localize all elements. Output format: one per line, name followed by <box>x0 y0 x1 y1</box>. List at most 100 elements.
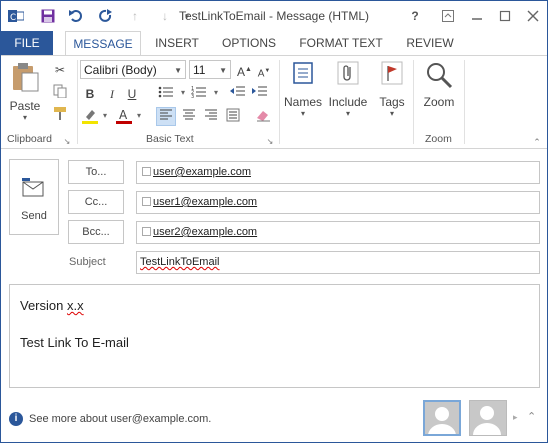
window-title: TestLinkToEmail - Message (HTML) <box>178 9 370 23</box>
paste-label: Paste <box>9 99 41 113</box>
title-bar: O ↑ ↓ ▾ TestLinkToEmail - Message (HTML)… <box>1 1 547 31</box>
zoom-button[interactable]: Zoom <box>419 60 459 128</box>
ribbon-separator <box>413 60 414 144</box>
tab-message[interactable]: MESSAGE <box>65 31 141 56</box>
bcc-field[interactable]: user2@example.com <box>136 221 540 244</box>
recipient-checkbox-icon <box>142 197 151 206</box>
include-dropdown-icon: ▾ <box>345 109 350 118</box>
avatar[interactable] <box>423 400 461 436</box>
paste-button[interactable]: Paste ▾ <box>7 62 43 122</box>
basic-text-group-label: Basic Text <box>146 133 194 145</box>
to-recipient[interactable]: user@example.com <box>153 166 251 178</box>
names-dropdown-icon: ▾ <box>300 109 305 118</box>
tags-label: Tags <box>379 95 405 109</box>
include-button[interactable]: Include ▾ <box>326 60 370 128</box>
include-label: Include <box>328 95 368 109</box>
close-icon[interactable] <box>523 7 543 25</box>
decrease-indent-icon[interactable] <box>229 85 247 103</box>
tab-options[interactable]: OPTIONS <box>215 31 283 55</box>
ribbon-tabs: FILE MESSAGE INSERT OPTIONS FORMAT TEXT … <box>1 31 547 56</box>
grow-font-icon[interactable]: A▲ <box>237 62 252 80</box>
svg-text:3: 3 <box>191 94 194 99</box>
cut-icon[interactable]: ✂ <box>51 62 69 78</box>
numbering-icon[interactable]: 123 <box>190 85 208 103</box>
bcc-button[interactable]: Bcc... <box>68 220 124 244</box>
bcc-recipient[interactable]: user2@example.com <box>153 226 257 238</box>
chevron-right-icon[interactable]: ▸ <box>513 412 518 423</box>
minimize-icon[interactable] <box>467 7 487 25</box>
font-color-icon[interactable]: A <box>115 108 133 128</box>
maximize-icon[interactable] <box>495 7 515 25</box>
expand-people-pane-icon[interactable]: ⌃ <box>527 410 536 423</box>
people-info-text[interactable]: See more about user@example.com. <box>29 413 211 425</box>
ribbon-separator <box>464 60 465 144</box>
align-left-icon[interactable] <box>156 107 176 126</box>
paperclip-icon <box>337 61 359 85</box>
italic-icon[interactable]: I <box>105 86 119 102</box>
recipient-checkbox-icon <box>142 227 151 236</box>
zoom-group-label: Zoom <box>425 133 452 145</box>
cc-recipient[interactable]: user1@example.com <box>153 196 257 208</box>
shrink-font-icon[interactable]: A▼ <box>257 63 271 82</box>
increase-indent-icon[interactable] <box>251 85 269 103</box>
tab-insert[interactable]: INSERT <box>149 31 205 55</box>
align-right-icon[interactable] <box>202 108 220 126</box>
magnifier-icon <box>427 63 453 89</box>
paste-icon <box>13 63 39 92</box>
cc-button[interactable]: Cc... <box>68 190 124 214</box>
address-book-icon <box>293 62 313 84</box>
body-line-version: Version x.x <box>20 298 84 313</box>
tab-review[interactable]: REVIEW <box>399 31 461 55</box>
cc-field[interactable]: user1@example.com <box>136 191 540 214</box>
numbering-dropdown-icon[interactable]: ▾ <box>212 85 220 101</box>
send-button[interactable]: Send <box>9 159 59 235</box>
bullets-icon[interactable] <box>157 85 175 103</box>
version-prefix: Version <box>20 298 67 313</box>
svg-text:A: A <box>119 108 128 122</box>
clipboard-group-label: Clipboard <box>7 133 52 145</box>
names-button[interactable]: Names ▾ <box>283 60 323 128</box>
subject-value: TestLinkToEmail <box>140 256 220 268</box>
help-button[interactable]: ? <box>405 7 425 25</box>
clear-formatting-icon[interactable] <box>254 108 272 126</box>
highlight-icon[interactable] <box>81 108 99 128</box>
names-label: Names <box>283 95 322 109</box>
to-button[interactable]: To... <box>68 160 124 184</box>
bullets-dropdown-icon[interactable]: ▾ <box>179 85 187 101</box>
font-name-combo[interactable]: Calibri (Body) ▼ <box>80 60 186 79</box>
collapse-ribbon-icon[interactable]: ⌃ <box>531 134 543 150</box>
font-color-dropdown-icon[interactable]: ▾ <box>135 108 143 124</box>
tab-file[interactable]: FILE <box>1 31 53 55</box>
chevron-down-icon: ▼ <box>174 66 182 75</box>
chevron-down-icon: ▼ <box>219 66 227 75</box>
ribbon: Paste ▾ ✂ Clipboard ↘ Calibri (Body) ▼ 1… <box>1 55 547 149</box>
info-icon: i <box>9 412 23 426</box>
ribbon-display-options-icon[interactable] <box>438 7 458 25</box>
ribbon-separator <box>77 60 78 144</box>
to-field[interactable]: user@example.com <box>136 161 540 184</box>
version-number: x.x <box>66 298 84 313</box>
subject-field[interactable]: TestLinkToEmail <box>136 251 540 274</box>
paste-dropdown-icon: ▾ <box>22 113 27 122</box>
format-painter-icon[interactable] <box>51 106 69 124</box>
font-size-value: 11 <box>193 63 206 77</box>
highlight-dropdown-icon[interactable]: ▾ <box>101 108 109 124</box>
flag-icon <box>381 61 403 85</box>
bold-icon[interactable]: B <box>83 86 97 102</box>
justify-icon[interactable] <box>224 108 242 126</box>
zoom-label: Zoom <box>423 95 455 109</box>
subject-label: Subject <box>69 256 106 268</box>
align-center-icon[interactable] <box>180 108 198 126</box>
basic-text-launcher-icon[interactable]: ↘ <box>265 134 275 150</box>
underline-icon[interactable]: U <box>125 86 139 102</box>
tab-format-text[interactable]: FORMAT TEXT <box>293 31 389 55</box>
font-name-value: Calibri (Body) <box>84 63 157 77</box>
copy-icon[interactable] <box>51 84 69 102</box>
message-body[interactable]: Version x.x Test Link To E-mail <box>9 284 540 388</box>
clipboard-launcher-icon[interactable]: ↘ <box>62 134 72 150</box>
font-size-combo[interactable]: 11 ▼ <box>189 60 231 79</box>
avatar[interactable] <box>469 400 507 436</box>
tags-button[interactable]: Tags ▾ <box>373 60 411 128</box>
send-envelope-icon <box>22 178 44 197</box>
message-window: O ↑ ↓ ▾ TestLinkToEmail - Message (HTML)… <box>0 0 548 443</box>
